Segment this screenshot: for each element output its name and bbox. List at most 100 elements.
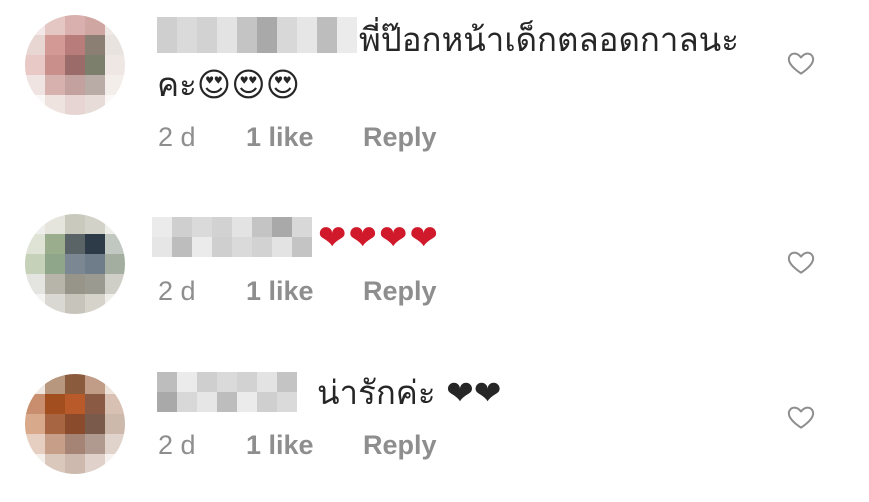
avatar[interactable] — [25, 214, 125, 314]
avatar[interactable] — [25, 374, 125, 474]
avatar-pixel — [105, 35, 125, 55]
username-pixel — [192, 237, 212, 257]
username-pixel — [257, 392, 277, 412]
username-blurred[interactable] — [157, 17, 357, 53]
reply-button[interactable]: Reply — [363, 275, 437, 307]
avatar-pixel — [85, 234, 105, 254]
username-pixel — [157, 37, 177, 53]
username-blurred[interactable] — [152, 217, 312, 257]
username-pixel — [277, 17, 297, 37]
heart-outline-icon[interactable] — [786, 247, 816, 277]
avatar-pixel — [85, 15, 105, 35]
avatar-pixel — [65, 234, 85, 254]
username-pixel — [157, 372, 177, 392]
avatar-pixel — [25, 15, 45, 35]
likes-count[interactable]: 1 like — [246, 121, 314, 153]
username-blurred[interactable] — [157, 372, 313, 412]
username-pixel — [292, 237, 312, 257]
username-pixel — [177, 37, 197, 53]
avatar-pixel — [25, 274, 45, 294]
avatar-pixel — [85, 95, 105, 115]
avatar-pixel — [25, 454, 45, 474]
username-pixel — [297, 37, 317, 53]
username-pixel — [337, 37, 357, 53]
avatar-pixel — [105, 234, 125, 254]
avatar[interactable] — [25, 15, 125, 115]
avatar-pixel — [105, 414, 125, 434]
avatar-pixel — [45, 274, 65, 294]
username-pixel — [317, 17, 337, 37]
comment-text: น่ารักค่ะ ❤❤ — [317, 373, 502, 412]
avatar-pixel — [105, 254, 125, 274]
avatar-pixel — [105, 55, 125, 75]
avatar-pixel — [45, 454, 65, 474]
reply-button[interactable]: Reply — [363, 429, 437, 461]
username-pixel — [217, 37, 237, 53]
username-pixel — [252, 217, 272, 237]
avatar-pixel — [85, 394, 105, 414]
avatar-pixel — [65, 394, 85, 414]
heart-outline-icon[interactable] — [786, 48, 816, 78]
avatar-pixel — [65, 95, 85, 115]
avatar-pixel — [105, 294, 125, 314]
avatar-pixel — [85, 414, 105, 434]
username-pixel — [237, 392, 257, 412]
avatar-pixel — [85, 214, 105, 234]
likes-count[interactable]: 1 like — [246, 429, 314, 461]
avatar-pixel — [65, 374, 85, 394]
avatar-pixel — [85, 454, 105, 474]
comment-text-continued: คะ😍😍😍 — [157, 65, 301, 104]
avatar-pixel — [25, 234, 45, 254]
username-pixel — [252, 237, 272, 257]
avatar-pixel — [25, 75, 45, 95]
avatar-pixel — [45, 434, 65, 454]
avatar-pixel — [45, 234, 65, 254]
avatar-pixel — [105, 15, 125, 35]
avatar-pixel — [45, 95, 65, 115]
username-pixel — [217, 17, 237, 37]
reply-button[interactable]: Reply — [363, 121, 437, 153]
avatar-pixel — [65, 55, 85, 75]
username-pixel — [272, 217, 292, 237]
avatar-pixel — [65, 414, 85, 434]
username-pixel — [157, 17, 177, 37]
username-pixel — [237, 372, 257, 392]
heart-outline-icon[interactable] — [786, 402, 816, 432]
username-pixel — [177, 372, 197, 392]
avatar-pixel — [25, 414, 45, 434]
username-pixel — [192, 217, 212, 237]
username-pixel — [297, 17, 317, 37]
username-pixel — [197, 392, 217, 412]
username-pixel — [177, 17, 197, 37]
username-pixel — [237, 17, 257, 37]
username-pixel — [232, 217, 252, 237]
username-pixel — [152, 237, 172, 257]
avatar-pixel — [65, 214, 85, 234]
avatar-pixel — [85, 35, 105, 55]
avatar-pixel — [105, 95, 125, 115]
avatar-pixel — [85, 75, 105, 95]
avatar-pixel — [65, 454, 85, 474]
likes-count[interactable]: 1 like — [246, 275, 314, 307]
avatar-pixel — [45, 414, 65, 434]
avatar-pixel — [25, 55, 45, 75]
avatar-pixel — [85, 55, 105, 75]
username-pixel — [152, 217, 172, 237]
username-pixel — [217, 372, 237, 392]
username-pixel — [292, 217, 312, 237]
avatar-pixel — [65, 75, 85, 95]
avatar-pixel — [105, 434, 125, 454]
username-pixel — [172, 217, 192, 237]
avatar-pixel — [85, 274, 105, 294]
username-pixel — [277, 392, 297, 412]
avatar-pixel — [25, 254, 45, 274]
avatar-pixel — [85, 254, 105, 274]
username-pixel — [232, 237, 252, 257]
username-pixel — [172, 237, 192, 257]
username-pixel — [277, 37, 297, 53]
comment-text: พี่ป๊อกหน้าเด็กตลอดกาลนะ — [359, 20, 739, 59]
avatar-pixel — [25, 374, 45, 394]
avatar-pixel — [25, 35, 45, 55]
username-pixel — [197, 17, 217, 37]
avatar-pixel — [45, 35, 65, 55]
